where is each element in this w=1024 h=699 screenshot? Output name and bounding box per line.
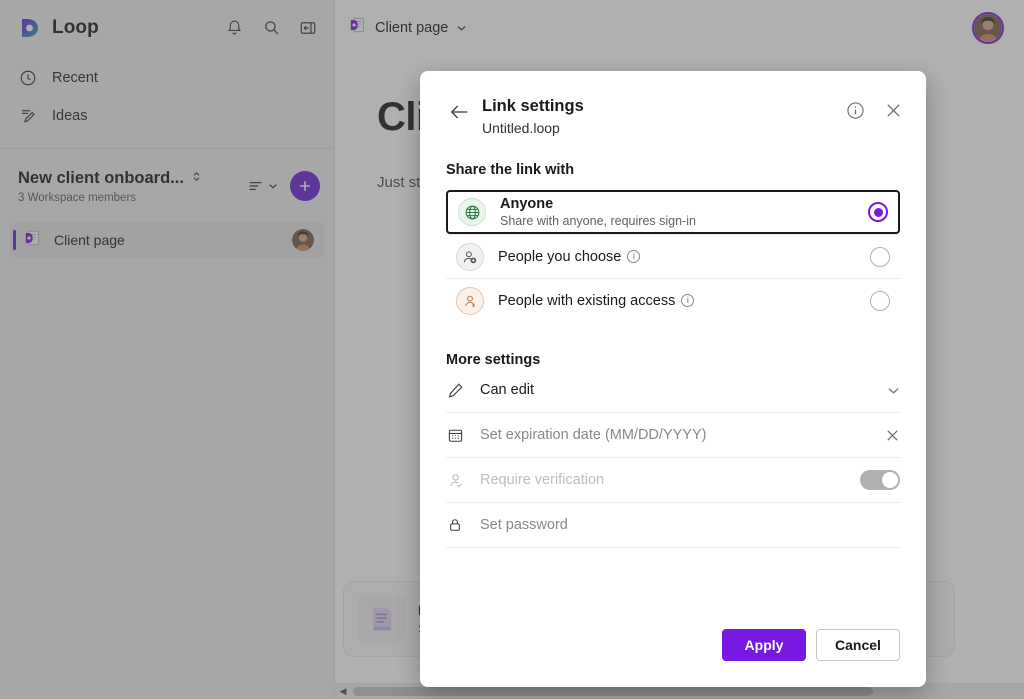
- share-option-list: Anyone Share with anyone, requires sign-…: [446, 190, 900, 322]
- setting-set-password[interactable]: Set password: [446, 503, 900, 548]
- share-option-title: Anyone: [500, 196, 696, 212]
- share-option-text: Anyone Share with anyone, requires sign-…: [500, 196, 696, 228]
- info-icon[interactable]: [844, 99, 866, 121]
- share-section-label: Share the link with: [446, 162, 900, 178]
- toggle-switch[interactable]: [860, 470, 900, 490]
- share-option-title: People you choose i: [498, 249, 640, 265]
- dialog-header-actions: [844, 99, 904, 121]
- app-root: Loop: [0, 0, 1024, 699]
- dialog-subtitle: Untitled.loop: [482, 120, 584, 136]
- radio-anyone[interactable]: [868, 202, 888, 222]
- setting-label: Set password: [480, 517, 568, 533]
- share-option-title: People with existing access i: [498, 293, 694, 309]
- person-verify-icon: [446, 472, 464, 489]
- dialog-body: Share the link with Anyone Share with an…: [420, 136, 926, 629]
- share-option-label: People with existing access: [498, 293, 675, 309]
- clear-icon[interactable]: [885, 428, 900, 443]
- link-settings-dialog: Link settings Untitled.loop Share the li…: [420, 71, 926, 687]
- dialog-header: Link settings Untitled.loop: [420, 71, 926, 136]
- setting-permission[interactable]: Can edit: [446, 368, 900, 413]
- share-option-text: People you choose i: [498, 249, 640, 265]
- dialog-title: Link settings: [482, 97, 584, 116]
- setting-label: Set expiration date (MM/DD/YYYY): [480, 427, 706, 443]
- setting-label: Can edit: [480, 382, 534, 398]
- info-icon[interactable]: i: [681, 294, 694, 307]
- more-settings-label: More settings: [446, 352, 900, 368]
- close-icon[interactable]: [882, 99, 904, 121]
- back-button[interactable]: [446, 99, 472, 125]
- cancel-button[interactable]: Cancel: [816, 629, 900, 661]
- share-option-anyone[interactable]: Anyone Share with anyone, requires sign-…: [446, 190, 900, 234]
- require-verification-toggle[interactable]: [860, 470, 900, 490]
- setting-expiration-date[interactable]: Set expiration date (MM/DD/YYYY): [446, 413, 900, 458]
- radio-existing-access[interactable]: [870, 291, 890, 311]
- more-settings-list: Can edit Set ex: [446, 368, 900, 548]
- lock-icon: [446, 517, 464, 533]
- calendar-icon: [446, 427, 464, 444]
- setting-label: Require verification: [480, 472, 604, 488]
- info-icon[interactable]: i: [627, 250, 640, 263]
- person-access-icon: [456, 287, 484, 315]
- share-option-desc: Share with anyone, requires sign-in: [500, 214, 696, 228]
- radio-people-you-choose[interactable]: [870, 247, 890, 267]
- pencil-icon: [446, 382, 464, 399]
- share-option-label: People you choose: [498, 249, 621, 265]
- dialog-titles: Link settings Untitled.loop: [482, 97, 584, 136]
- dialog-footer: Apply Cancel: [420, 629, 926, 687]
- person-add-icon: [456, 243, 484, 271]
- globe-icon: [458, 198, 486, 226]
- setting-require-verification[interactable]: Require verification: [446, 458, 900, 503]
- share-option-people-you-choose[interactable]: People you choose i: [446, 234, 900, 278]
- share-option-text: People with existing access i: [498, 293, 694, 309]
- chevron-down-icon[interactable]: [887, 386, 900, 395]
- apply-button[interactable]: Apply: [722, 629, 806, 661]
- share-option-existing-access[interactable]: People with existing access i: [446, 278, 900, 322]
